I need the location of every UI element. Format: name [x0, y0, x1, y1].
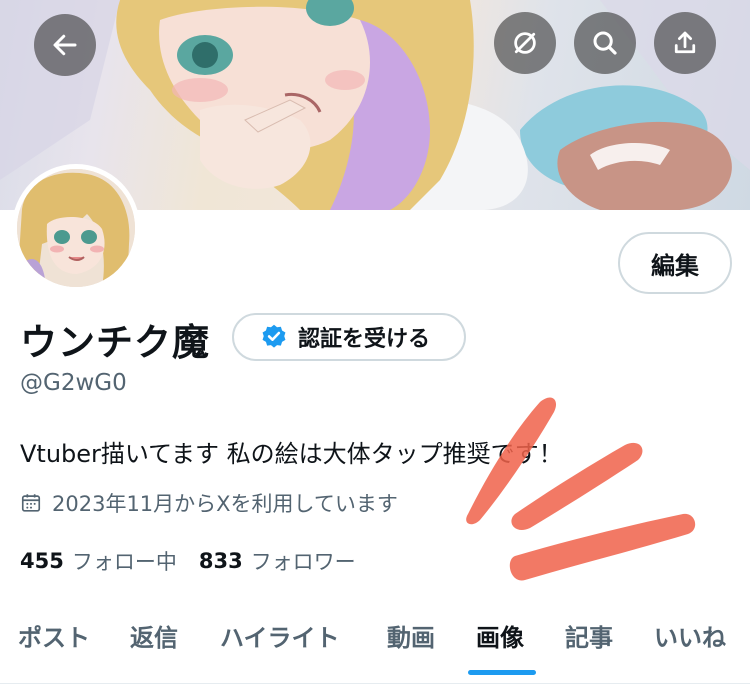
tab-videos[interactable]: 動画 — [387, 618, 435, 653]
edit-profile-button[interactable]: 編集 — [618, 232, 732, 294]
arrow-left-icon — [53, 34, 77, 56]
tab-likes[interactable]: いいね — [654, 618, 726, 653]
get-verified-button[interactable]: 認証を受ける — [232, 313, 466, 361]
tab-highlights[interactable]: ハイライト — [220, 618, 340, 653]
tab-replies[interactable]: 返信 — [130, 618, 178, 653]
followers-label[interactable]: フォロワー — [251, 546, 356, 576]
follow-counts: 455 フォロー中 833 フォロワー — [20, 546, 356, 576]
avatar-image — [17, 169, 135, 287]
tab-media[interactable]: 画像 — [476, 618, 524, 653]
calendar-icon — [21, 494, 41, 512]
joined-date: 2023年11月からXを利用しています — [20, 488, 398, 518]
active-tab-indicator — [468, 670, 536, 675]
no-signal-icon — [514, 32, 536, 54]
search-button[interactable] — [574, 12, 636, 74]
joined-date-text: 2023年11月からXを利用しています — [52, 492, 398, 516]
mute-button[interactable] — [494, 12, 556, 74]
back-button[interactable] — [34, 14, 96, 76]
following-count[interactable]: 455 — [20, 549, 64, 573]
tab-articles[interactable]: 記事 — [565, 618, 613, 653]
verified-badge-icon — [262, 324, 286, 348]
display-name: ウンチク魔 — [20, 321, 210, 364]
share-icon — [674, 31, 696, 54]
avatar[interactable] — [12, 164, 140, 292]
following-label[interactable]: フォロー中 — [72, 546, 177, 576]
tab-posts[interactable]: ポスト — [18, 618, 90, 653]
user-handle: @G2wG0 — [20, 370, 127, 396]
profile-bio: Vtuber描いてます 私の絵は大体タップ推奨です！ — [20, 440, 563, 468]
search-icon — [593, 31, 617, 55]
get-verified-label: 認証を受ける — [298, 327, 431, 352]
profile-tabs: ポスト 返信 ハイライト 動画 画像 記事 いいね — [0, 608, 750, 684]
followers-count[interactable]: 833 — [199, 549, 243, 573]
share-button[interactable] — [654, 12, 716, 74]
